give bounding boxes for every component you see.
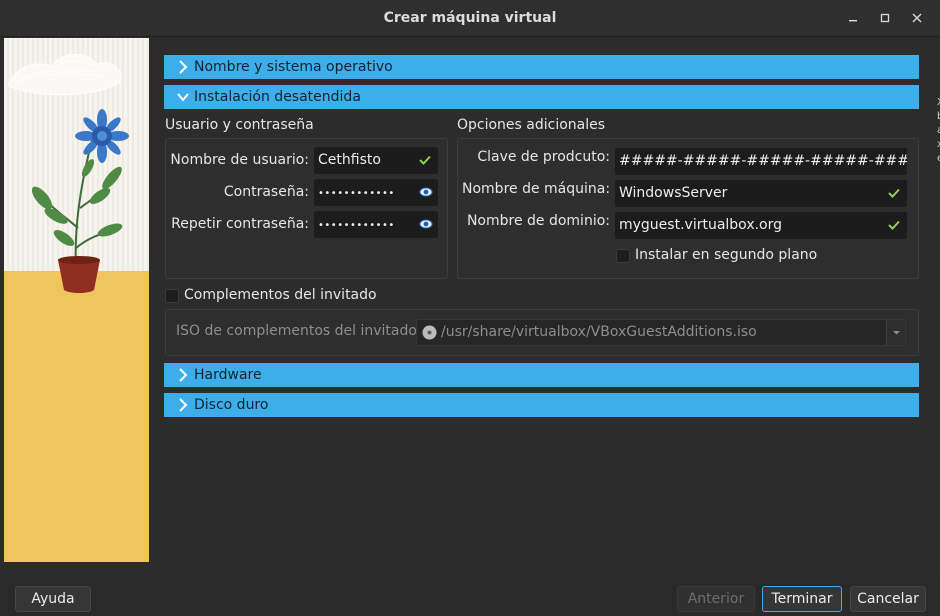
product-key-label: Clave de prodcuto: (477, 149, 610, 165)
domain-label: Nombre de dominio: (466, 213, 610, 229)
combobox-arrow[interactable] (886, 320, 905, 345)
username-value: Cethfisto (318, 152, 381, 168)
chevron-down-icon (893, 331, 900, 335)
section-disk-header[interactable]: Disco duro (164, 393, 919, 417)
title-bar: Crear máquina virtual (0, 0, 940, 37)
chevron-right-icon (179, 368, 188, 382)
window-title: Crear máquina virtual (383, 10, 557, 26)
eye-icon[interactable] (419, 185, 433, 199)
guest-additions-checkbox[interactable] (165, 289, 179, 303)
flower-pot-illustration (7, 53, 129, 293)
eye-icon[interactable] (419, 217, 433, 231)
disc-icon (422, 325, 437, 340)
section-hardware-header[interactable]: Hardware (164, 363, 919, 387)
chevron-down-icon (177, 93, 189, 102)
product-key-value: #####-#####-#####-#####-##### (619, 153, 907, 169)
password-value: •••••••••••• (318, 188, 395, 199)
repeat-password-label: Repetir contraseña: (171, 216, 309, 232)
wizard-illustration (4, 38, 149, 562)
product-key-input[interactable]: #####-#####-#####-#####-##### (615, 148, 907, 175)
iso-path-value: /usr/share/virtualbox/VBoxGuestAdditions… (441, 324, 757, 340)
repeat-password-input[interactable]: •••••••••••• (314, 211, 438, 238)
username-input[interactable]: Cethfisto (314, 147, 438, 174)
check-icon (888, 220, 900, 230)
repeat-password-value: •••••••••••• (318, 220, 395, 231)
check-icon (419, 155, 431, 165)
finish-button[interactable]: Terminar (762, 586, 842, 612)
iso-label: ISO de complementos del invitado: (176, 323, 422, 339)
password-input[interactable]: •••••••••••• (314, 179, 438, 206)
check-icon (888, 188, 900, 198)
section-name-os-label: Nombre y sistema operativo (194, 59, 393, 75)
section-unattended-label: Instalación desatendida (194, 89, 361, 105)
user-group-title: Usuario y contraseña (165, 117, 314, 133)
chevron-right-icon (179, 60, 188, 74)
options-group-title: Opciones adicionales (457, 117, 606, 133)
section-disk-label: Disco duro (194, 397, 269, 413)
section-hardware-label: Hardware (194, 367, 262, 383)
password-label: Contraseña: (223, 184, 309, 200)
maximize-icon[interactable] (875, 8, 895, 28)
background-install-checkbox[interactable] (616, 249, 630, 263)
username-label: Nombre de usuario: (170, 152, 309, 168)
hostname-input[interactable]: WindowsServer (615, 180, 907, 207)
minimize-icon[interactable] (843, 8, 863, 28)
domain-value: myguest.virtualbox.org (619, 217, 783, 233)
help-button[interactable]: Ayuda (15, 586, 91, 612)
section-name-os-header[interactable]: Nombre y sistema operativo (164, 55, 919, 79)
iso-path-combobox[interactable]: /usr/share/virtualbox/VBoxGuestAdditions… (416, 319, 906, 346)
chevron-right-icon (179, 398, 188, 412)
guest-additions-label: Complementos del invitado (184, 287, 377, 303)
back-button[interactable]: Anterior (677, 586, 755, 612)
section-unattended-header[interactable]: Instalación desatendida (164, 85, 919, 109)
background-install-label: Instalar en segundo plano (635, 247, 818, 263)
hostname-label: Nombre de máquina: (462, 181, 611, 197)
domain-input[interactable]: myguest.virtualbox.org (615, 212, 907, 239)
close-icon[interactable] (907, 8, 927, 28)
hostname-value: WindowsServer (619, 185, 728, 201)
cancel-button[interactable]: Cancelar (850, 586, 926, 612)
